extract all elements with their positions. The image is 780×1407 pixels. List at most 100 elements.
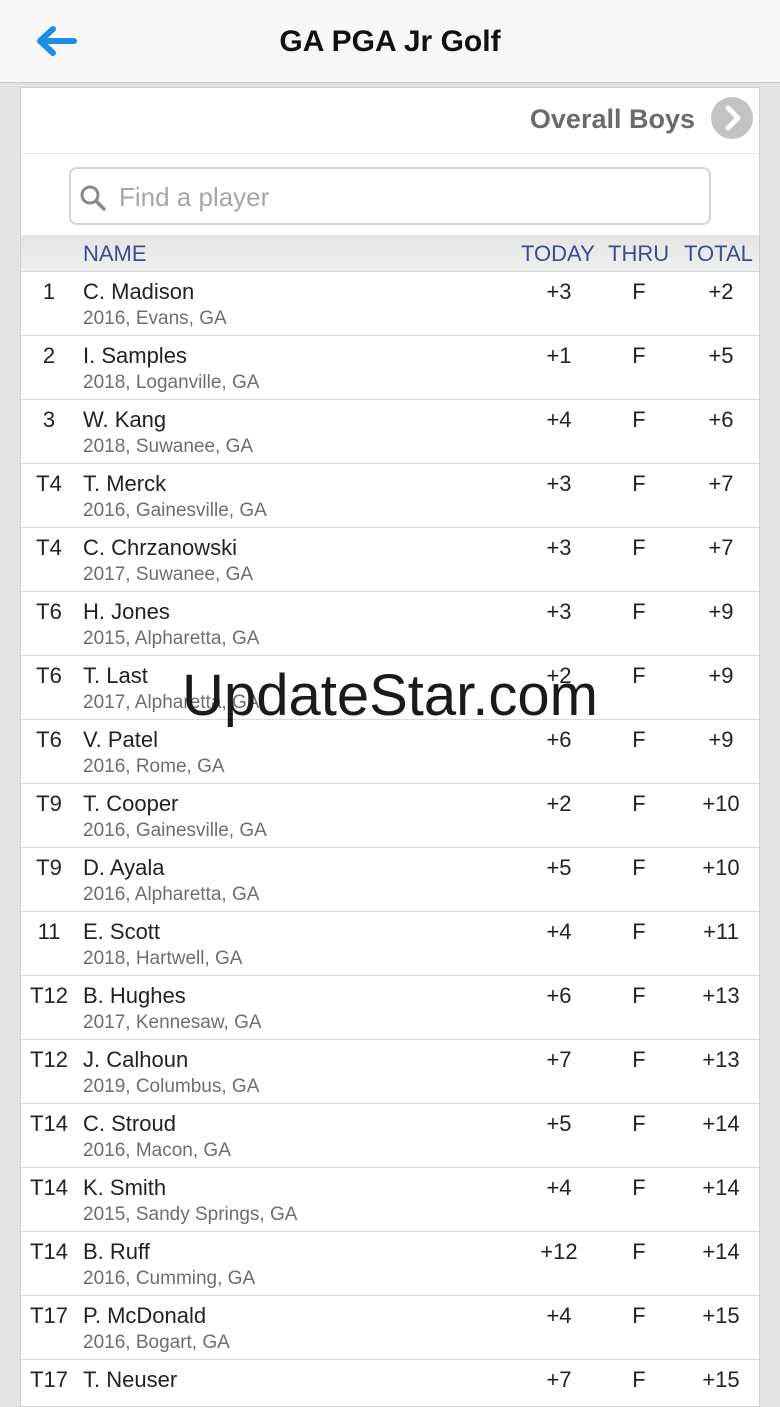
back-button[interactable]	[34, 24, 78, 58]
player-position: 2	[42, 343, 56, 368]
player-position: T4	[36, 535, 62, 560]
player-name: T. Cooper	[83, 791, 179, 816]
column-header-name[interactable]: NAME	[83, 241, 147, 267]
search-area	[21, 154, 759, 235]
next-category-button[interactable]	[711, 97, 753, 139]
player-thru: F	[632, 855, 646, 880]
player-details: 2016, Evans, GA	[83, 308, 227, 329]
player-position: T9	[36, 855, 62, 880]
player-row[interactable]: T9 D. Ayala 2016, Alpharetta, GA +5 F +10	[21, 848, 759, 912]
player-today-score: +5	[546, 855, 572, 880]
player-name: V. Patel	[83, 727, 159, 752]
player-row[interactable]: T6 V. Patel 2016, Rome, GA +6 F +9	[21, 720, 759, 784]
player-details: 2016, Rome, GA	[83, 756, 225, 777]
player-row[interactable]: 11 E. Scott 2018, Hartwell, GA +4 F +11	[21, 912, 759, 976]
player-thru: F	[632, 1367, 646, 1392]
player-thru: F	[632, 471, 646, 496]
player-position: T12	[30, 1047, 68, 1072]
leaderboard-card: Overall Boys NAME TODAY THRU TOTAL 1 C. M…	[20, 87, 760, 1407]
app-title: GA PGA Jr Golf	[279, 25, 501, 58]
search-input[interactable]	[117, 177, 701, 217]
arrow-left-icon	[37, 26, 77, 56]
player-today-score: +7	[546, 1367, 572, 1392]
player-row[interactable]: T17 P. McDonald 2016, Bogart, GA +4 F +15	[21, 1296, 759, 1360]
player-name: T. Neuser	[83, 1367, 178, 1392]
player-name: T. Merck	[83, 471, 167, 496]
player-position: T14	[30, 1239, 68, 1264]
player-thru: F	[632, 535, 646, 560]
player-row[interactable]: T12 J. Calhoun 2019, Columbus, GA +7 F +13	[21, 1040, 759, 1104]
category-header: Overall Boys	[21, 88, 759, 154]
column-header-thru[interactable]: THRU	[608, 241, 669, 267]
player-today-score: +4	[546, 919, 572, 944]
player-row[interactable]: T6 H. Jones 2015, Alpharetta, GA +3 F +9	[21, 592, 759, 656]
player-total-score: +10	[702, 791, 740, 816]
player-today-score: +4	[546, 1303, 572, 1328]
player-name: H. Jones	[83, 599, 170, 624]
player-details: 2016, Bogart, GA	[83, 1332, 230, 1353]
player-name: T. Last	[83, 663, 148, 688]
player-thru: F	[632, 407, 646, 432]
player-list: 1 C. Madison 2016, Evans, GA +3 F +2 2 I. Sampl…	[21, 272, 759, 1406]
player-today-score: +3	[546, 279, 572, 304]
player-details: 2016, Gainesville, GA	[83, 820, 267, 841]
player-name: C. Chrzanowski	[83, 535, 238, 560]
player-name: B. Hughes	[83, 983, 186, 1008]
player-row[interactable]: 3 W. Kang 2018, Suwanee, GA +4 F +6	[21, 400, 759, 464]
player-row[interactable]: T6 T. Last 2017, Alpharetta, GA +2 F +9	[21, 656, 759, 720]
player-name: I. Samples	[83, 343, 187, 368]
player-name: P. McDonald	[83, 1303, 207, 1328]
player-position: T17	[30, 1303, 68, 1328]
player-total-score: +9	[708, 727, 734, 752]
player-row[interactable]: T9 T. Cooper 2016, Gainesville, GA +2 F +10	[21, 784, 759, 848]
player-position: T14	[30, 1175, 68, 1200]
player-row[interactable]: T4 C. Chrzanowski 2017, Suwanee, GA +3 F +7	[21, 528, 759, 592]
player-total-score: +11	[703, 919, 739, 944]
player-thru: F	[632, 727, 646, 752]
player-position: T6	[36, 663, 62, 688]
player-details: 2015, Alpharetta, GA	[83, 628, 260, 649]
player-row[interactable]: T14 C. Stroud 2016, Macon, GA +5 F +14	[21, 1104, 759, 1168]
player-details: 2016, Cumming, GA	[83, 1268, 256, 1289]
player-total-score: +10	[702, 855, 740, 880]
player-total-score: +6	[708, 407, 734, 432]
search-box[interactable]	[69, 167, 711, 225]
player-thru: F	[632, 1047, 646, 1072]
player-details: 2016, Alpharetta, GA	[83, 884, 260, 905]
player-position: T6	[36, 727, 62, 752]
player-details: 2017, Alpharetta, GA	[83, 692, 260, 713]
player-row[interactable]: 2 I. Samples 2018, Loganville, GA +1 F +5	[21, 336, 759, 400]
player-today-score: +3	[546, 471, 572, 496]
player-today-score: +6	[546, 983, 572, 1008]
category-title: Overall Boys	[529, 104, 695, 134]
player-name: B. Ruff	[83, 1239, 150, 1264]
player-row[interactable]: 1 C. Madison 2016, Evans, GA +3 F +2	[21, 272, 759, 336]
player-details: 2016, Gainesville, GA	[83, 500, 267, 521]
player-today-score: +6	[546, 727, 572, 752]
player-total-score: +5	[708, 343, 734, 368]
player-today-score: +4	[546, 407, 572, 432]
player-total-score: +7	[708, 471, 734, 496]
player-details: 2016, Macon, GA	[83, 1140, 231, 1161]
player-details: 2017, Kennesaw, GA	[83, 1012, 262, 1033]
player-row[interactable]: T17 T. Neuser +7 F +15	[21, 1360, 759, 1406]
player-row[interactable]: T14 B. Ruff 2016, Cumming, GA +12 F +14	[21, 1232, 759, 1296]
player-position: 3	[42, 407, 56, 432]
player-total-score: +7	[708, 535, 734, 560]
player-name: C. Stroud	[83, 1111, 176, 1136]
column-headers: NAME TODAY THRU TOTAL	[21, 235, 759, 272]
column-header-total[interactable]: TOTAL	[684, 241, 753, 267]
player-thru: F	[632, 279, 646, 304]
player-row[interactable]: T4 T. Merck 2016, Gainesville, GA +3 F +7	[21, 464, 759, 528]
player-total-score: +14	[702, 1111, 740, 1136]
player-thru: F	[632, 343, 646, 368]
player-today-score: +4	[546, 1175, 572, 1200]
player-total-score: +14	[702, 1175, 740, 1200]
player-details: 2018, Loganville, GA	[83, 372, 260, 393]
player-today-score: +5	[546, 1111, 572, 1136]
player-position: T4	[36, 471, 62, 496]
player-details: 2018, Hartwell, GA	[83, 948, 243, 969]
player-row[interactable]: T12 B. Hughes 2017, Kennesaw, GA +6 F +13	[21, 976, 759, 1040]
player-row[interactable]: T14 K. Smith 2015, Sandy Springs, GA +4 F +14	[21, 1168, 759, 1232]
column-header-today[interactable]: TODAY	[521, 241, 595, 267]
